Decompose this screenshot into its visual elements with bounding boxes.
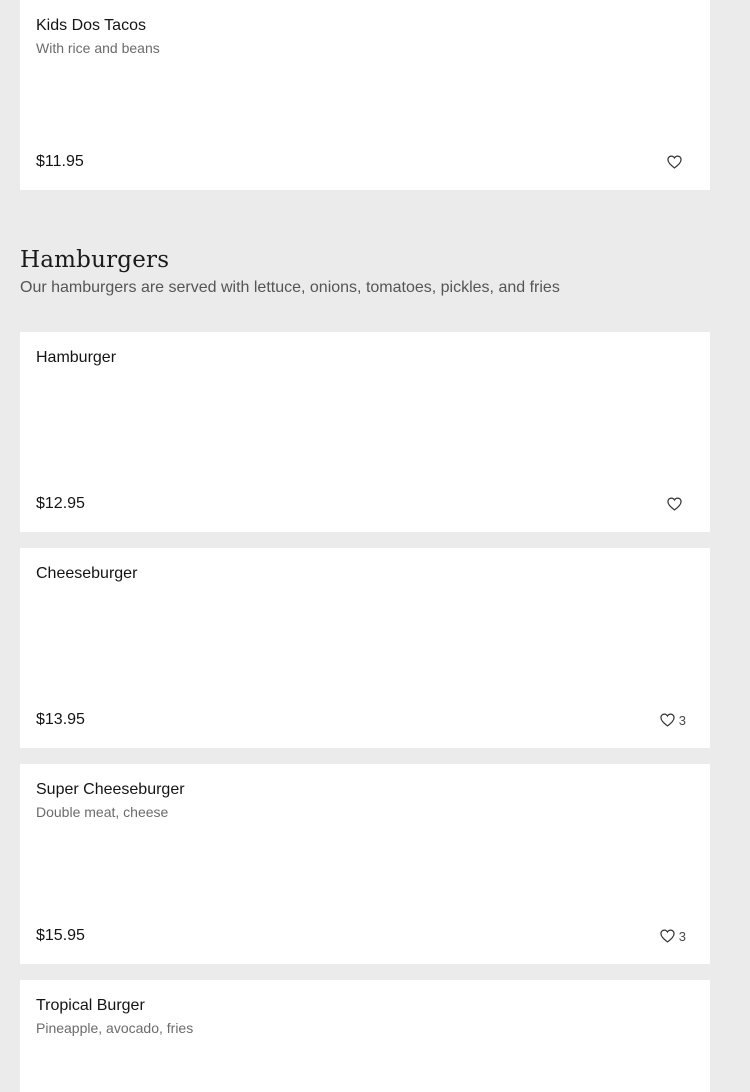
- favorite-button[interactable]: [667, 152, 686, 172]
- heart-outline-icon: [660, 929, 675, 943]
- favorite-button[interactable]: [667, 494, 686, 514]
- favorite-count: 3: [678, 929, 686, 944]
- favorite-button[interactable]: 3: [660, 926, 686, 946]
- menu-item-name: Tropical Burger: [36, 997, 145, 1014]
- heart-outline-icon: [667, 497, 682, 511]
- menu-item-card[interactable]: Cheeseburger $13.95 3: [20, 548, 710, 748]
- favorite-count: 3: [678, 713, 686, 728]
- menu-item-card[interactable]: Hamburger $12.95: [20, 332, 710, 532]
- section-description: Our hamburgers are served with lettuce, …: [20, 279, 560, 296]
- menu-item-description: With rice and beans: [36, 40, 160, 56]
- menu-item-name: Cheeseburger: [36, 565, 138, 582]
- menu-item-name: Kids Dos Tacos: [36, 17, 146, 34]
- menu-item-price: $12.95: [36, 495, 85, 512]
- menu-item-description: Double meat, cheese: [36, 804, 169, 820]
- section-title: Hamburgers: [20, 247, 170, 273]
- menu-item-price: $15.95: [36, 927, 85, 944]
- menu-item-card[interactable]: Tropical Burger Pineapple, avocado, frie…: [20, 980, 710, 1092]
- menu-item-card[interactable]: Kids Dos Tacos With rice and beans $11.9…: [20, 0, 710, 190]
- heart-outline-icon: [667, 155, 682, 169]
- menu-item-name: Super Cheeseburger: [36, 781, 185, 798]
- menu-item-description: Pineapple, avocado, fries: [36, 1020, 194, 1036]
- heart-outline-icon: [660, 713, 675, 727]
- menu-item-price: $11.95: [36, 153, 84, 170]
- menu-item-name: Hamburger: [36, 349, 117, 366]
- menu-item-card[interactable]: Super Cheeseburger Double meat, cheese $…: [20, 764, 710, 964]
- favorite-button[interactable]: 3: [660, 710, 686, 730]
- menu-item-price: $13.95: [36, 711, 85, 728]
